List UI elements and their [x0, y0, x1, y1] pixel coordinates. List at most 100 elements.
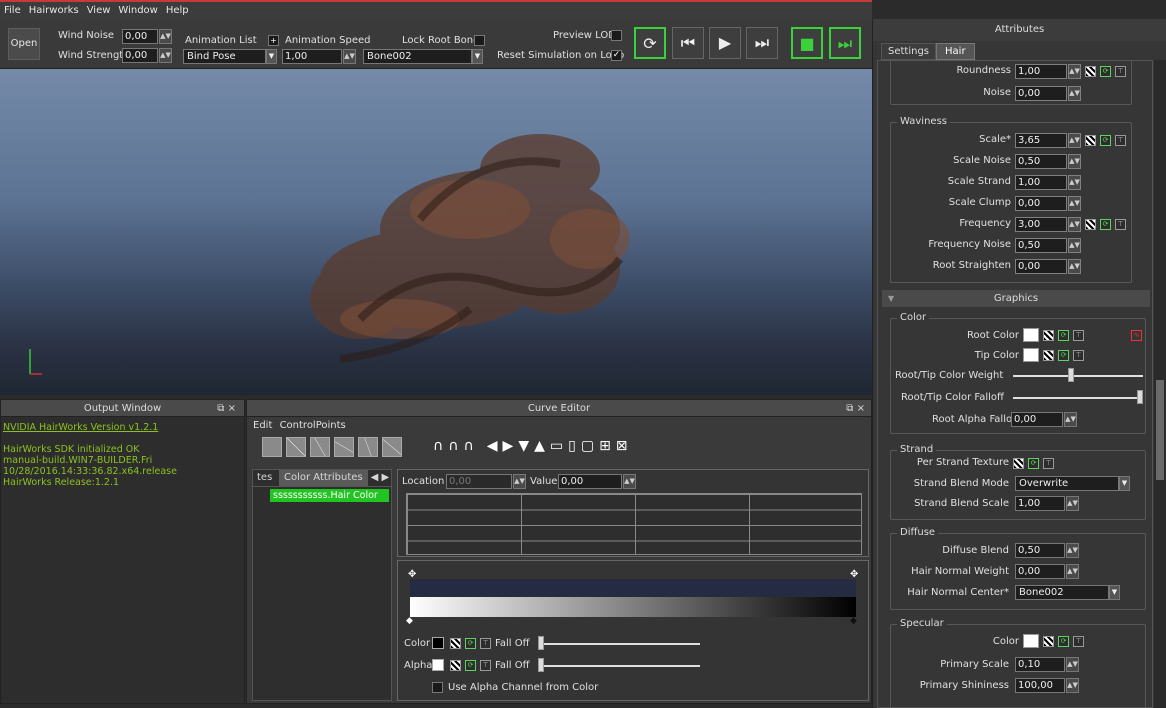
wind-noise-spinner[interactable]: ▲▼: [159, 29, 172, 44]
hair-normal-weight-spinner[interactable]: ▲▼: [1066, 564, 1079, 579]
value-spinner[interactable]: ▲▼: [623, 474, 636, 489]
step-forward-icon[interactable]: ⏭: [746, 27, 778, 59]
scrollbar-thumb[interactable]: [1156, 380, 1164, 480]
animation-list-dropdown-icon[interactable]: ▼: [266, 49, 277, 64]
pin-icon[interactable]: ⊤: [1073, 636, 1084, 647]
strand-blend-mode-select[interactable]: Overwrite: [1015, 476, 1119, 491]
hair-normal-center-dropdown-icon[interactable]: ▼: [1109, 585, 1120, 600]
refresh-icon[interactable]: ⟳: [1100, 219, 1111, 230]
noise-input[interactable]: 0,00: [1015, 86, 1067, 101]
menu-view[interactable]: View: [83, 5, 115, 16]
curve-menu-controlpoints[interactable]: ControlPoints: [280, 420, 346, 431]
wave-scale-clump-input[interactable]: 0,00: [1015, 196, 1067, 211]
bone-select[interactable]: Bone002: [363, 49, 472, 64]
add-point-icon[interactable]: ⊞: [599, 438, 611, 454]
bone-dropdown-icon[interactable]: ▼: [472, 49, 483, 64]
wave-frequency-spinner[interactable]: ▲▼: [1068, 217, 1081, 232]
wave-frequency-noise-input[interactable]: 0,50: [1015, 238, 1067, 253]
graphics-section-header[interactable]: ▼ Graphics: [882, 290, 1150, 307]
play-icon[interactable]: ▶: [709, 27, 741, 59]
color-falloff-slider[interactable]: [538, 643, 700, 645]
texture-icon[interactable]: [1043, 350, 1054, 361]
alpha-end-stop-icon[interactable]: ◆: [850, 616, 857, 626]
refresh-icon[interactable]: ⟳: [1028, 458, 1039, 469]
arrow-left-icon[interactable]: ◀: [487, 438, 498, 454]
wind-strength-spinner[interactable]: ▲▼: [159, 48, 172, 63]
location-spinner[interactable]: ▲▼: [513, 474, 526, 489]
refresh-icon[interactable]: ⟳: [465, 660, 476, 671]
pin-icon[interactable]: ⊤: [1115, 66, 1126, 77]
hair-normal-center-select[interactable]: Bone002: [1015, 585, 1109, 600]
roundness-input[interactable]: 1,00: [1015, 64, 1067, 79]
pin-icon[interactable]: ⊤: [1115, 135, 1126, 146]
preview-lod-checkbox[interactable]: [611, 30, 622, 41]
curve-menu-edit[interactable]: Edit: [253, 420, 272, 431]
tab-tes[interactable]: tes: [253, 470, 279, 486]
magnet-right-icon[interactable]: ∩: [464, 438, 474, 454]
arrow-down-icon[interactable]: ▼: [518, 438, 529, 454]
animation-speed-input[interactable]: 1,00: [282, 49, 342, 64]
wave-scale-strand-spinner[interactable]: ▲▼: [1068, 175, 1081, 190]
open-button[interactable]: Open: [8, 28, 40, 60]
texture-icon[interactable]: [1085, 66, 1096, 77]
root-alpha-falloff-spinner[interactable]: ▲▼: [1064, 412, 1077, 427]
strand-blend-dropdown-icon[interactable]: ▼: [1119, 476, 1130, 491]
wave-scale-noise-spinner[interactable]: ▲▼: [1068, 154, 1081, 169]
refresh-icon[interactable]: ⟳: [1100, 135, 1111, 146]
remove-point-icon[interactable]: ⊠: [616, 438, 628, 454]
primary-shininess-spinner[interactable]: ▲▼: [1066, 678, 1079, 693]
3d-viewport[interactable]: [0, 69, 872, 395]
alpha-start-stop-icon[interactable]: ◆: [406, 616, 413, 626]
alpha-falloff-knob[interactable]: [538, 658, 544, 672]
wave-scale-spinner[interactable]: ▲▼: [1068, 133, 1081, 148]
value-input[interactable]: 0,00: [558, 474, 622, 489]
animation-speed-spinner[interactable]: ▲▼: [343, 49, 356, 64]
alpha-falloff-slider[interactable]: [538, 665, 700, 667]
wave-scale-input[interactable]: 3,65: [1015, 133, 1067, 148]
wind-strength-input[interactable]: 0,00: [122, 48, 158, 63]
color-falloff-knob[interactable]: [538, 636, 544, 650]
attributes-scrollbar[interactable]: [1154, 60, 1166, 708]
selected-attribute-item[interactable]: sssssssssss.Hair Color: [270, 489, 389, 502]
arrow-up-icon[interactable]: ▲: [534, 438, 545, 454]
menu-window[interactable]: Window: [114, 5, 161, 16]
stop-icon[interactable]: ■: [791, 27, 823, 59]
tab-color-attributes[interactable]: Color Attributes: [279, 470, 368, 486]
custom-curve-icon[interactable]: [382, 437, 402, 457]
magnet-icon[interactable]: ∩: [433, 438, 443, 454]
strand-blend-scale-input[interactable]: 1,00: [1015, 496, 1065, 511]
animation-list-select[interactable]: Bind Pose: [183, 49, 266, 64]
refresh-icon[interactable]: ⟳: [1100, 66, 1111, 77]
tab-hair[interactable]: Hair: [936, 43, 975, 60]
alpha-swatch[interactable]: [432, 659, 444, 671]
pin-icon[interactable]: ⊤: [1073, 350, 1084, 361]
root-straighten-input[interactable]: 0,00: [1015, 259, 1067, 274]
texture-icon[interactable]: [1085, 219, 1096, 230]
root-tip-weight-knob[interactable]: [1067, 368, 1074, 382]
menu-file[interactable]: File: [0, 5, 25, 16]
use-alpha-checkbox[interactable]: [432, 682, 443, 693]
log-line[interactable]: NVIDIA HairWorks Version v1.2.1: [1, 422, 244, 433]
root-tip-falloff-knob[interactable]: [1137, 390, 1143, 404]
rewind-icon[interactable]: ⏮: [672, 27, 704, 59]
diffuse-blend-spinner[interactable]: ▲▼: [1066, 543, 1079, 558]
refresh-icon[interactable]: ⟳: [1058, 636, 1069, 647]
curve-grid[interactable]: [406, 493, 862, 555]
lock-root-bone-checkbox[interactable]: [474, 35, 485, 46]
refresh-icon[interactable]: ⟳: [1058, 330, 1069, 341]
hair-normal-weight-input[interactable]: 0,00: [1015, 564, 1065, 579]
menu-hairworks[interactable]: Hairworks: [25, 5, 83, 16]
wave-scale-strand-input[interactable]: 1,00: [1015, 175, 1067, 190]
texture-icon[interactable]: [450, 638, 461, 649]
refresh-icon[interactable]: ⟳: [1058, 350, 1069, 361]
pin-icon[interactable]: ⊤: [1115, 219, 1126, 230]
curve-link-icon[interactable]: ∿: [1131, 330, 1142, 341]
color-swatch[interactable]: [432, 637, 444, 649]
reset-simulation-checkbox[interactable]: ✓: [611, 50, 622, 61]
refresh-icon[interactable]: ⟳: [465, 638, 476, 649]
ease-out-curve-icon[interactable]: [358, 437, 378, 457]
tab-scroll-icon[interactable]: ◀ ▶: [368, 470, 390, 486]
menu-help[interactable]: Help: [162, 5, 193, 16]
ease-curve-icon[interactable]: [310, 437, 330, 457]
magnet-left-icon[interactable]: ∩: [448, 438, 458, 454]
